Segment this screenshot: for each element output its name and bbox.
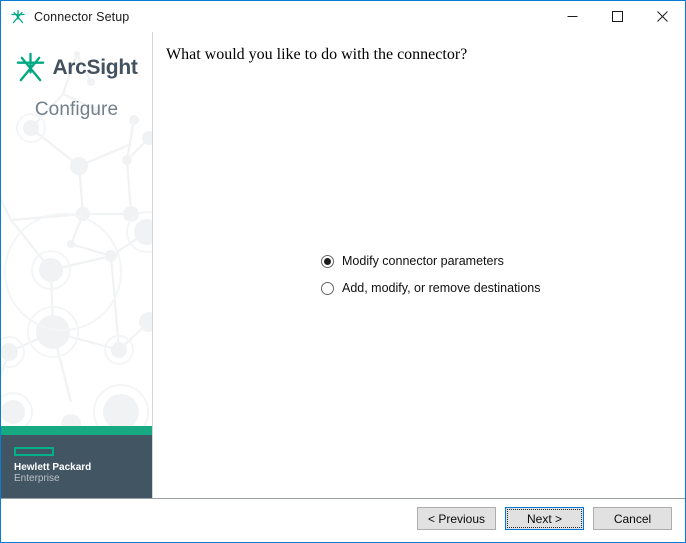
- radio-option-label: Modify connector parameters: [342, 254, 504, 268]
- minimize-icon[interactable]: [550, 1, 595, 32]
- radio-option-add-modify-remove-destinations[interactable]: Add, modify, or remove destinations: [321, 280, 651, 296]
- prompt-question: What would you like to do with the conne…: [166, 46, 468, 63]
- previous-button[interactable]: < Previous: [417, 507, 496, 530]
- hpe-vendor-panel: Hewlett Packard Enterprise: [1, 435, 152, 498]
- connector-setup-window: Connector Setup ArcSight Configure Hewle…: [0, 0, 686, 543]
- dialog-footer: < Previous Next > Cancel: [1, 499, 685, 542]
- hpe-wordmark-line2: Enterprise: [14, 473, 60, 484]
- radio-indicator: [321, 254, 334, 268]
- hpe-accent-bar: [1, 426, 152, 435]
- maximize-icon[interactable]: [595, 1, 640, 32]
- window-title: Connector Setup: [34, 9, 130, 24]
- arcsight-star-icon: [15, 52, 46, 83]
- hpe-element-logo-icon: [14, 447, 54, 456]
- footer-button-group: < Previous Next > Cancel: [417, 507, 672, 530]
- arcsight-wordmark: ArcSight: [52, 55, 138, 79]
- close-icon[interactable]: [640, 1, 685, 32]
- hpe-wordmark: Hewlett Packard Enterprise: [14, 462, 91, 484]
- radio-option-label: Add, modify, or remove destinations: [342, 281, 541, 295]
- radio-option-modify-connector-parameters[interactable]: Modify connector parameters: [321, 253, 651, 269]
- connector-action-radio-group: Modify connector parameters Add, modify,…: [321, 253, 651, 307]
- cancel-button[interactable]: Cancel: [593, 507, 672, 530]
- radio-indicator: [321, 281, 334, 295]
- hpe-wordmark-line1: Hewlett Packard: [14, 462, 92, 473]
- wizard-stage-label: Configure: [34, 99, 119, 120]
- title-bar: Connector Setup: [1, 1, 685, 32]
- main-content: What would you like to do with the conne…: [153, 32, 685, 498]
- branding-sidebar: ArcSight Configure Hewlett Packard Enter…: [1, 32, 152, 498]
- next-button[interactable]: Next >: [505, 507, 584, 530]
- arcsight-brand: ArcSight Configure: [1, 32, 152, 121]
- window-controls: [550, 1, 685, 32]
- arcsight-star-icon: [10, 9, 26, 25]
